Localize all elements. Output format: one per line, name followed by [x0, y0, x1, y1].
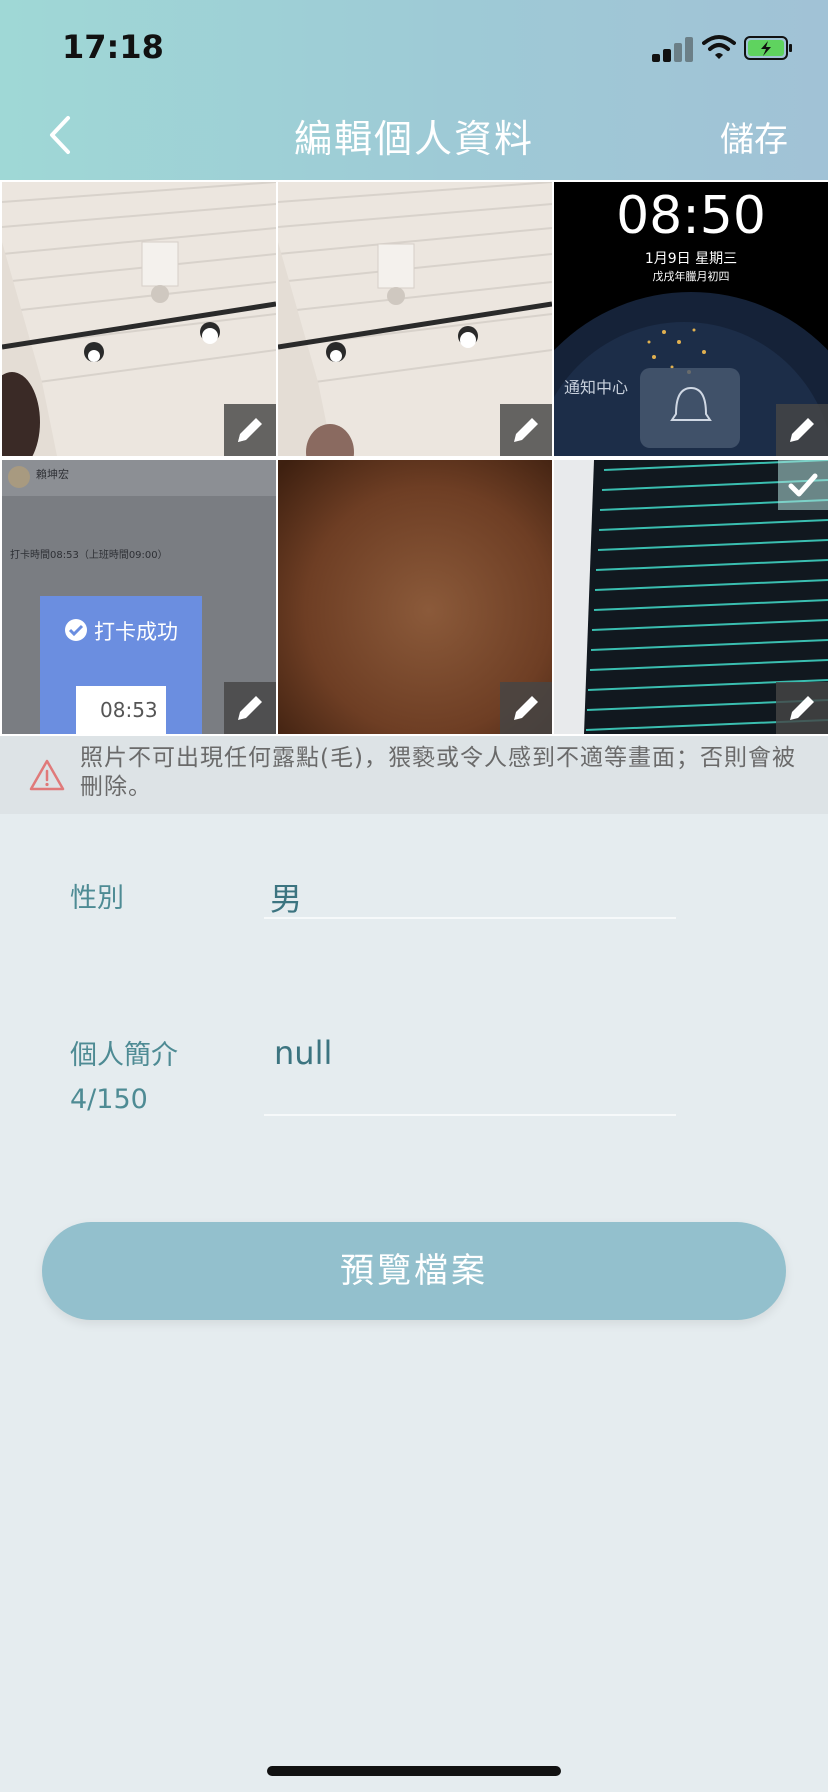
photo-tile-2[interactable]: [278, 182, 552, 456]
photo-tile-3[interactable]: 08:50 1月9日 星期三 戊戌年臘月初四 通知中心: [554, 182, 828, 456]
bio-char-count: 4/150: [70, 1084, 148, 1115]
battery-charging-icon: [744, 36, 792, 60]
bio-underline: [264, 1114, 676, 1116]
gender-label: 性別: [70, 883, 124, 914]
edit-photo-button[interactable]: [776, 404, 828, 456]
cellular-signal-icon: [652, 34, 693, 62]
checkin-line: 打卡時間08:53（上班時間09:00）: [10, 550, 168, 561]
gender-underline: [264, 917, 676, 919]
header: 17:18 編輯個人資料 儲存: [0, 0, 828, 180]
pencil-icon: [790, 696, 814, 720]
lock-screen-notification-label: 通知中心: [564, 378, 629, 397]
lock-screen-lunar: 戊戌年臘月初四: [652, 270, 730, 283]
preview-profile-button[interactable]: 預覽檔案: [42, 1222, 786, 1320]
warning-triangle-icon: [29, 759, 65, 791]
save-button[interactable]: 儲存: [720, 112, 788, 161]
pencil-icon: [514, 696, 538, 720]
checkin-user: 賴坤宏: [36, 468, 69, 481]
pencil-icon: [790, 418, 814, 442]
bio-label: 個人簡介: [70, 1040, 178, 1071]
photo-tile-1[interactable]: [2, 182, 276, 456]
photo-tile-5[interactable]: [278, 460, 552, 734]
checkin-success-label: 打卡成功: [94, 620, 178, 644]
checkin-time: 08:53: [100, 698, 158, 722]
edit-photo-button[interactable]: [500, 404, 552, 456]
pencil-icon: [238, 696, 262, 720]
edit-photo-button[interactable]: [500, 682, 552, 734]
status-time: 17:18: [62, 28, 164, 66]
gender-field[interactable]: 男: [270, 874, 302, 920]
edit-photo-button[interactable]: [224, 404, 276, 456]
photo-tile-4[interactable]: 賴坤宏 打卡時間08:53（上班時間09:00） 打卡成功 08:53: [2, 460, 276, 734]
edit-photo-button[interactable]: [776, 682, 828, 734]
photo-grid: 08:50 1月9日 星期三 戊戌年臘月初四 通知中心 賴坤宏 打卡時間08:5…: [0, 180, 828, 736]
selected-check-button[interactable]: [778, 460, 828, 510]
edit-photo-button[interactable]: [224, 682, 276, 734]
photo-warning-banner: 照片不可出現任何露點(毛)，猥褻或令人感到不適等畫面；否則會被刪除。: [0, 736, 828, 814]
photo-tile-6[interactable]: [554, 460, 828, 734]
warning-text: 照片不可出現任何露點(毛)，猥褻或令人感到不適等畫面；否則會被刪除。: [80, 745, 796, 800]
checkin-avatar: [8, 466, 30, 488]
lock-screen-date: 1月9日 星期三: [644, 251, 738, 267]
check-circle-icon: [65, 619, 87, 641]
home-indicator: [267, 1766, 561, 1776]
pencil-icon: [514, 418, 538, 442]
pencil-icon: [238, 418, 262, 442]
wifi-icon: [702, 35, 736, 59]
lock-screen-clock: 08:50: [616, 186, 766, 246]
status-icons: [652, 34, 792, 64]
page-title: 編輯個人資料: [293, 117, 534, 161]
checkmark-icon: [788, 473, 818, 497]
bio-field[interactable]: null: [274, 1034, 332, 1072]
